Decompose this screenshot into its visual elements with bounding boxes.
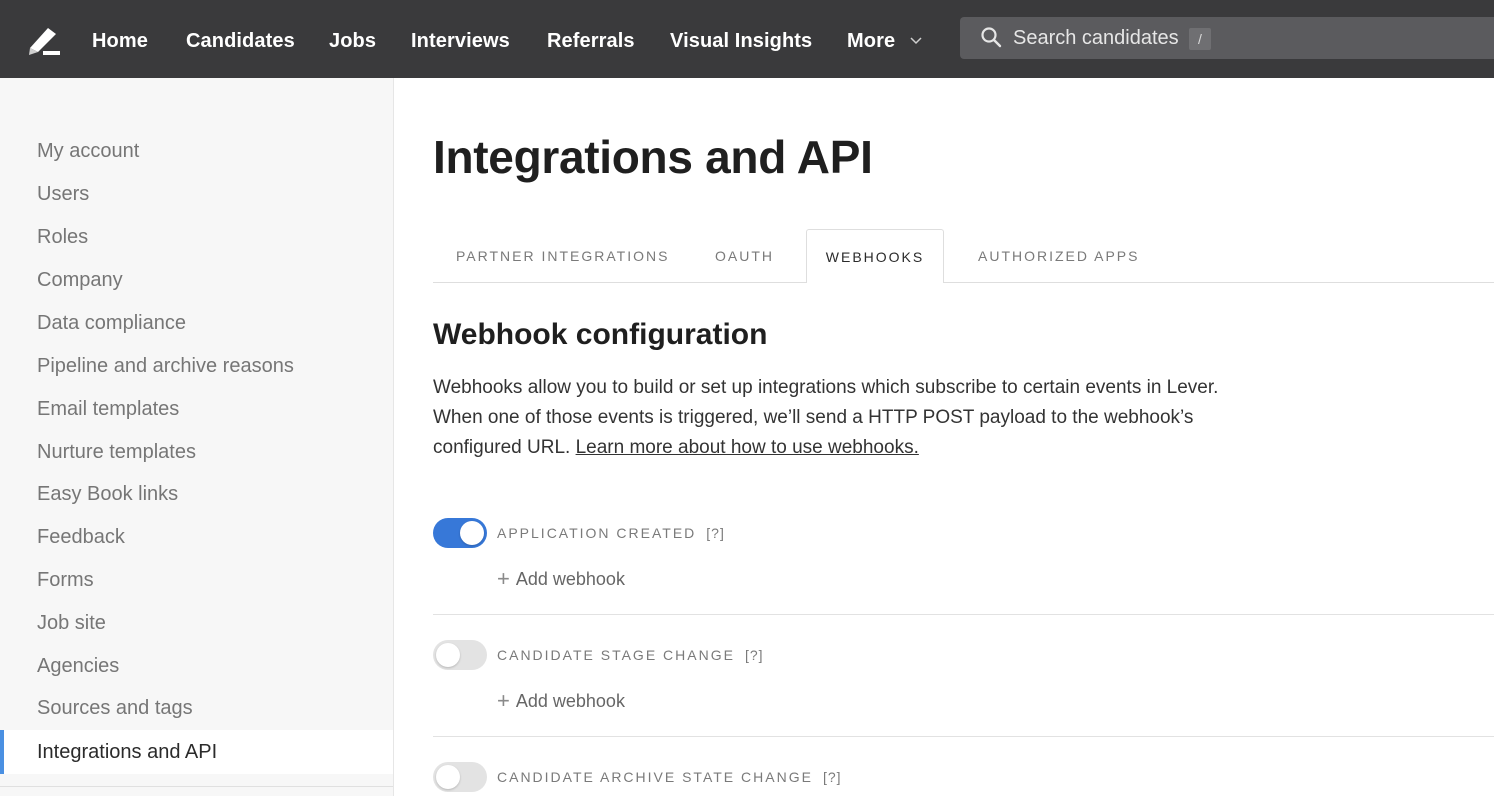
nav-home[interactable]: Home bbox=[92, 0, 148, 78]
top-nav: Home Candidates Jobs Interviews Referral… bbox=[0, 0, 1494, 78]
sidebar-item-nurture-templates[interactable]: Nurture templates bbox=[37, 441, 196, 464]
add-webhook-label: Add webhook bbox=[515, 569, 625, 589]
sidebar-item-sources-tags[interactable]: Sources and tags bbox=[37, 697, 193, 720]
learn-more-link[interactable]: Learn more about how to use webhooks. bbox=[576, 437, 919, 458]
tabs-underline bbox=[433, 282, 1494, 283]
search-shortcut-key: / bbox=[1189, 28, 1211, 50]
nav-candidates[interactable]: Candidates bbox=[186, 0, 295, 78]
candidate-archive-state-change-toggle[interactable] bbox=[433, 762, 487, 792]
webhook-label: APPLICATION CREATED [?] bbox=[497, 518, 725, 548]
sidebar-item-data-compliance[interactable]: Data compliance bbox=[37, 312, 186, 335]
row-divider bbox=[433, 736, 1494, 737]
help-link[interactable]: [?] bbox=[706, 525, 725, 541]
search-icon bbox=[981, 27, 1002, 48]
candidate-stage-change-toggle[interactable] bbox=[433, 640, 487, 670]
nav-interviews[interactable]: Interviews bbox=[411, 0, 510, 78]
plus-icon: + bbox=[497, 566, 510, 591]
sidebar-item-my-account[interactable]: My account bbox=[37, 140, 139, 163]
nav-referrals[interactable]: Referrals bbox=[547, 0, 635, 78]
nav-more[interactable]: More bbox=[847, 0, 923, 78]
webhook-label-text: APPLICATION CREATED bbox=[497, 525, 697, 541]
tab-authorized-apps[interactable]: AUTHORIZED APPS bbox=[978, 230, 1139, 283]
tab-partner-integrations[interactable]: PARTNER INTEGRATIONS bbox=[456, 230, 669, 283]
sidebar-item-email-templates[interactable]: Email templates bbox=[37, 398, 179, 421]
page-title: Integrations and API bbox=[433, 131, 873, 183]
webhook-label-text: CANDIDATE STAGE CHANGE bbox=[497, 647, 735, 663]
search-placeholder: Search candidates bbox=[1013, 27, 1179, 49]
nav-visual-insights[interactable]: Visual Insights bbox=[670, 0, 812, 78]
lever-logo-icon[interactable] bbox=[26, 22, 62, 58]
add-webhook-label: Add webhook bbox=[515, 691, 625, 711]
toggle-knob bbox=[460, 521, 484, 545]
webhook-label-text: CANDIDATE ARCHIVE STATE CHANGE bbox=[497, 769, 813, 785]
sidebar-item-agencies[interactable]: Agencies bbox=[37, 655, 119, 678]
webhook-description: Webhooks allow you to build or set up in… bbox=[433, 373, 1233, 463]
sidebar-divider bbox=[0, 786, 393, 787]
nav-more-label: More bbox=[847, 30, 896, 52]
chevron-down-icon bbox=[910, 37, 922, 44]
webhook-label: CANDIDATE ARCHIVE STATE CHANGE [?] bbox=[497, 762, 842, 792]
add-webhook-button[interactable]: + Add webhook bbox=[497, 688, 625, 714]
toggle-knob bbox=[436, 765, 460, 789]
add-webhook-button[interactable]: + Add webhook bbox=[497, 566, 625, 592]
section-title: Webhook configuration bbox=[433, 318, 768, 351]
help-link[interactable]: [?] bbox=[745, 647, 764, 663]
sidebar-item-forms[interactable]: Forms bbox=[37, 569, 94, 592]
webhook-label: CANDIDATE STAGE CHANGE [?] bbox=[497, 640, 764, 670]
tab-webhooks[interactable]: WEBHOOKS bbox=[806, 229, 944, 283]
toggle-knob bbox=[436, 643, 460, 667]
sidebar-item-pipeline-archive-reasons[interactable]: Pipeline and archive reasons bbox=[37, 355, 294, 378]
sidebar-item-easy-book-links[interactable]: Easy Book links bbox=[37, 483, 178, 506]
sidebar-item-integrations-api[interactable]: Integrations and API bbox=[0, 730, 393, 774]
sidebar-item-company[interactable]: Company bbox=[37, 269, 123, 292]
sidebar-item-feedback[interactable]: Feedback bbox=[37, 526, 125, 549]
row-divider bbox=[433, 614, 1494, 615]
tab-oauth[interactable]: OAUTH bbox=[715, 230, 774, 283]
application-created-toggle[interactable] bbox=[433, 518, 487, 548]
settings-sidebar: My account Users Roles Company Data comp… bbox=[0, 78, 394, 796]
sidebar-item-label: Integrations and API bbox=[37, 741, 218, 763]
sidebar-item-roles[interactable]: Roles bbox=[37, 226, 88, 249]
sidebar-item-users[interactable]: Users bbox=[37, 183, 89, 206]
sidebar-item-job-site[interactable]: Job site bbox=[37, 612, 106, 635]
search-input[interactable]: Search candidates bbox=[960, 17, 1494, 59]
nav-jobs[interactable]: Jobs bbox=[329, 0, 376, 78]
plus-icon: + bbox=[497, 688, 510, 713]
help-link[interactable]: [?] bbox=[823, 769, 842, 785]
